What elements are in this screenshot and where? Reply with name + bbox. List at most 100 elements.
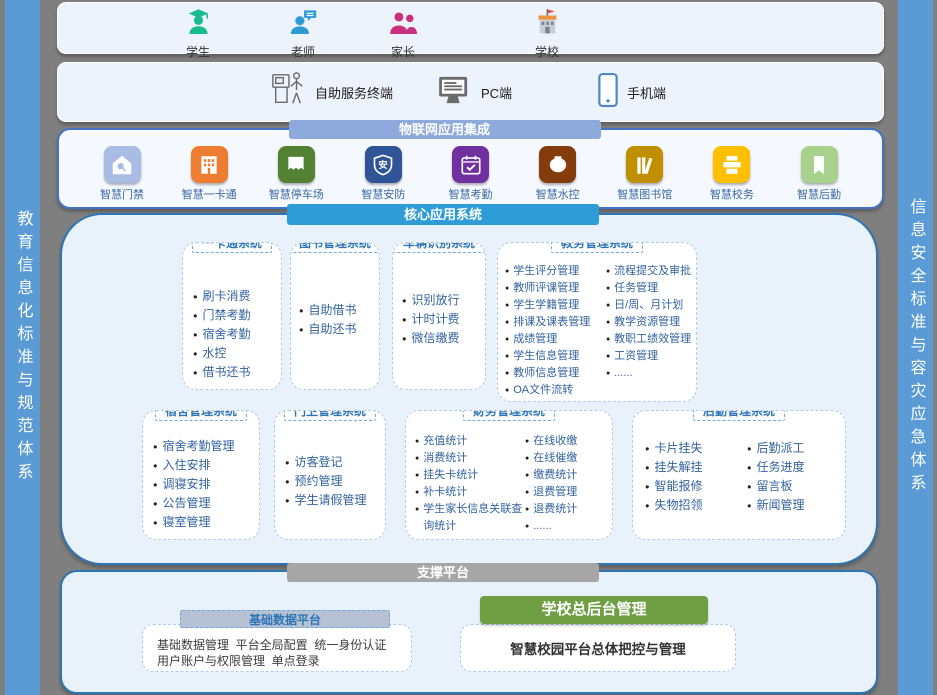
system-box-items: ● 访客登记●预约管理● 学生请假管理 (275, 411, 385, 510)
list-item: ● 访客登记 (285, 453, 385, 472)
system-box-title: 教务管理系统 (551, 242, 643, 253)
bullet-icon: ● (193, 325, 198, 344)
list-item: ●挂失解挂 (645, 458, 747, 477)
support-panel-header: 支撑平台 (287, 563, 599, 582)
list-item: ●微信缴费 (402, 329, 485, 348)
list-item: ● 水控 (193, 344, 281, 363)
list-item: ●成绩管理 (505, 331, 606, 348)
bullet-icon: ● (402, 291, 407, 310)
bullet-icon: ● (285, 453, 290, 472)
bullet-icon: ● (505, 263, 509, 280)
system-box-items: ●识别放行●计时计费●微信缴费 (393, 243, 485, 348)
list-item-label: 教职工绩效管理 (614, 331, 691, 348)
system-box-items: ●充值统计●消费统计●挂失卡统计●补卡统计●学生家长信息关联查询统计 (415, 433, 525, 535)
bullet-icon: ● (153, 475, 158, 494)
list-item: ●公告管理 (153, 494, 259, 513)
iot-item-security: 安 智慧安防 (340, 146, 426, 202)
list-item-label: 宿舍考勤 (203, 325, 251, 344)
terminal-pc: PC端 (438, 63, 512, 121)
list-item-label: ...... (614, 365, 632, 382)
list-item: ●...... (606, 365, 694, 382)
core-panel-header: 核心应用系统 (287, 204, 599, 225)
user-role-teacher: 老师 (271, 8, 335, 60)
list-item-label: 自助借书 (309, 301, 357, 320)
user-role-label: 学生 (186, 43, 210, 60)
list-item-label: ...... (533, 518, 551, 535)
list-item-label: 排课及课表管理 (513, 314, 590, 331)
terminal-label: PC端 (481, 83, 512, 102)
right-sidebar: 信息安全标准与容灾应急体系 (898, 0, 933, 695)
bullet-icon: ● (606, 331, 610, 348)
list-item-label: 水控 (203, 344, 227, 363)
iot-panel-header: 物联网应用集成 (289, 120, 601, 139)
bullet-icon: ● (747, 477, 752, 496)
system-box-items: ●流程提交及审批●任务管理●日/周、月计划●教学资源管理●教职工绩效管理●工资管… (606, 263, 694, 399)
user-role-school: 学校 (515, 8, 579, 60)
bullet-icon: ● (193, 344, 198, 363)
list-item-label: 学生学籍管理 (513, 297, 579, 314)
system-box-gate: 门卫管理系统 ●访客登记●预约管理●学生请假管理 (274, 410, 386, 540)
list-item-label: 教学资源管理 (614, 314, 680, 331)
list-item: ●学生学籍管理 (505, 297, 606, 314)
bullet-icon: ● (645, 477, 650, 496)
list-item-label: 公告管理 (163, 494, 211, 513)
admin-backend-box: 智慧校园平台总体把控与管理 (460, 624, 736, 672)
list-item: ●教学资源管理 (606, 314, 694, 331)
bullet-icon: ● (606, 280, 610, 297)
iot-item-logistics: 智慧后勤 (776, 146, 862, 202)
system-box-academic: 教务管理系统 ●学生评分管理●教师评课管理●学生学籍管理●排课及课表管理●成绩管… (497, 242, 697, 402)
list-item: ●卡片挂失 (645, 439, 747, 458)
bullet-icon: ● (153, 456, 158, 475)
library-icon (626, 146, 663, 183)
system-box-title: 财务管理系统 (463, 410, 555, 421)
list-item-label: 成绩管理 (513, 331, 557, 348)
list-item-label: 学生请假管理 (295, 491, 367, 510)
list-item: ●学生家长信息关联查询统计 (415, 501, 525, 535)
iot-item-label: 智慧一卡通 (182, 186, 237, 202)
bullet-icon: ● (193, 306, 198, 325)
user-role-label: 学校 (535, 43, 559, 60)
system-box-title: 图书管理系统 (290, 242, 380, 253)
iot-item-door-access: 智慧门禁 (79, 146, 165, 202)
system-box-items: ●后勤派工●任务进度●留言板●新闻管理 (747, 439, 843, 515)
list-item-label: 访客登记 (295, 453, 343, 472)
list-item-label: 挂失解挂 (655, 458, 703, 477)
list-item: ●补卡统计 (415, 484, 525, 501)
list-item: ●消费统计 (415, 450, 525, 467)
list-item-label: 失物招领 (655, 496, 703, 515)
list-item-label: 后勤派工 (757, 439, 805, 458)
water-control-icon (539, 146, 576, 183)
bullet-icon: ● (747, 439, 752, 458)
bullet-icon: ● (402, 329, 407, 348)
bullet-icon: ● (505, 314, 509, 331)
list-item: ●在线催缴 (525, 450, 610, 467)
list-item: ●充值统计 (415, 433, 525, 450)
list-item: ●留言板 (747, 477, 843, 496)
bullet-icon: ● (606, 314, 610, 331)
bullet-icon: ● (415, 501, 419, 535)
list-item: ●教师评课管理 (505, 280, 606, 297)
list-item: ●工资管理 (606, 348, 694, 365)
system-box-onecard: 一卡通系统 ●刷卡消费●门禁考勤●宿舍考勤●水控●借书还书 (182, 242, 282, 390)
system-box-title: 后勤管理系统 (693, 410, 785, 421)
system-box-logistics: 后勤管理系统 ●卡片挂失●挂失解挂●智能报修●失物招领 ●后勤派工●任务进度●留… (632, 410, 846, 540)
system-box-items: ●自助借书●自助还书 (291, 243, 379, 339)
bullet-icon: ● (606, 365, 610, 382)
iot-item-attendance: 智慧考勤 (428, 146, 514, 202)
list-item: ● 后勤派工 (747, 439, 843, 458)
list-item: ●学生信息管理 (505, 348, 606, 365)
bullet-icon: ● (153, 513, 158, 532)
list-item-label: 宿舍考勤管理 (163, 437, 235, 456)
list-item-label: 刷卡消费 (203, 287, 251, 306)
terminals-panel: 自助服务终端 PC端 (57, 62, 884, 122)
bullet-icon: ● (415, 467, 419, 484)
bullet-icon: ● (747, 496, 752, 515)
bullet-icon: ● (645, 496, 650, 515)
list-item-label: 缴费统计 (533, 467, 577, 484)
system-box-title: 宿舍管理系统 (155, 410, 247, 421)
list-item: ●预约管理 (285, 472, 385, 491)
school-icon (533, 8, 562, 42)
iot-item-label: 智慧后勤 (797, 186, 841, 202)
bullet-icon: ● (153, 437, 158, 456)
one-card-icon (191, 146, 228, 183)
